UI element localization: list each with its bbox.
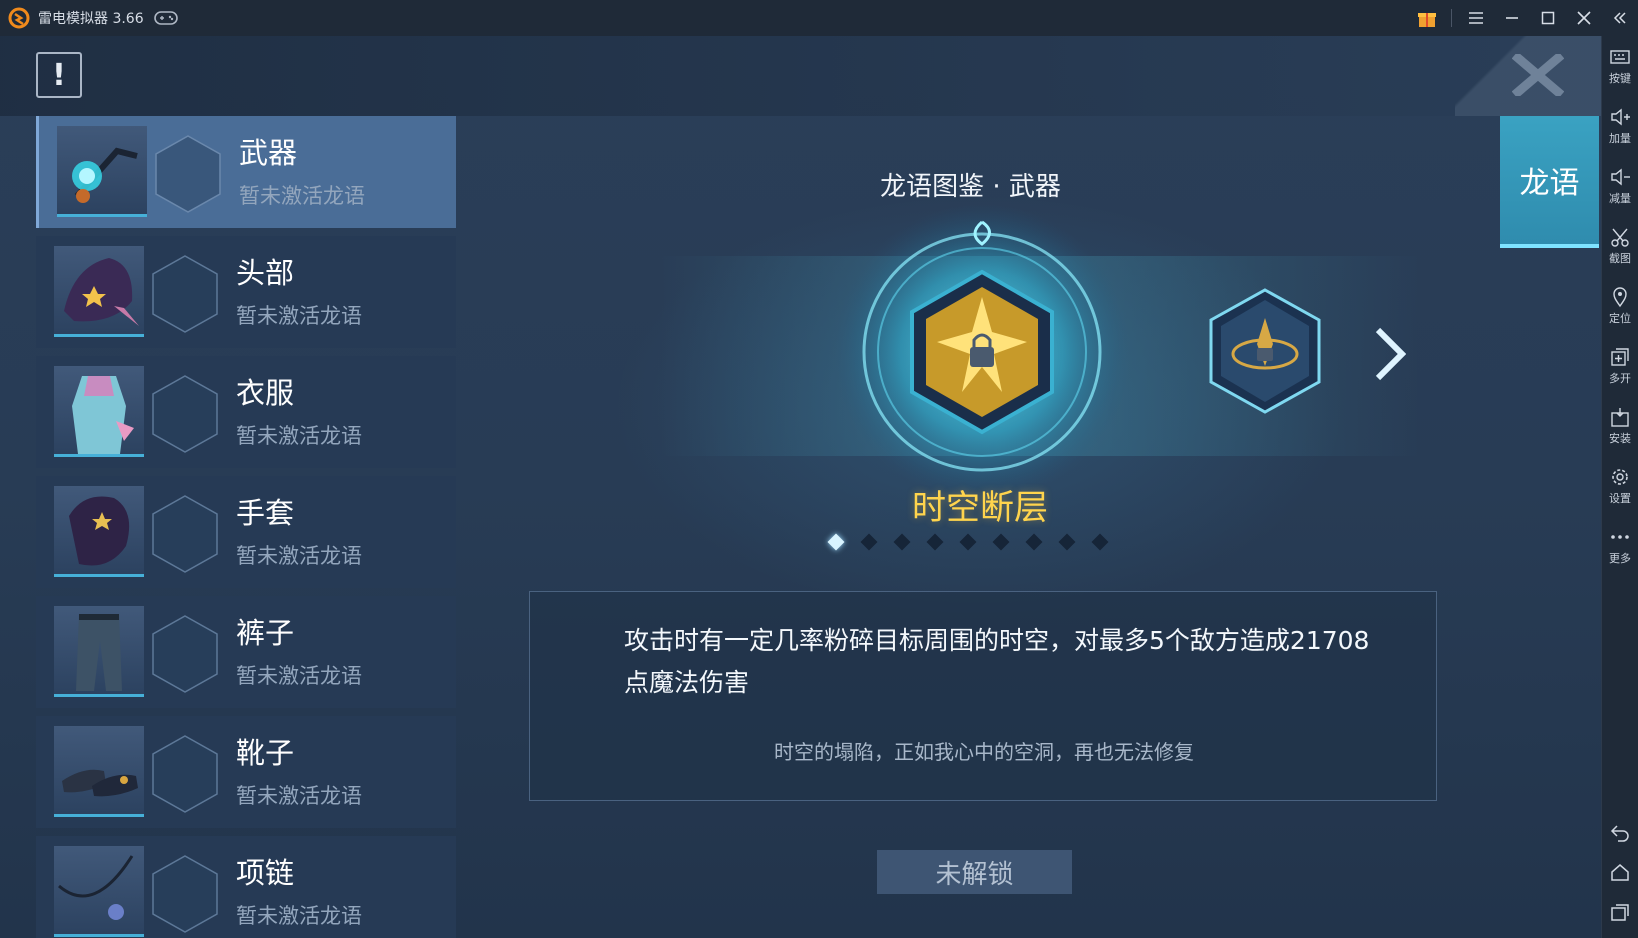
alert-glyph: ! — [52, 57, 66, 93]
description-box: 攻击时有一定几率粉碎目标周围的时空，对最多5个敌方造成21708点魔法伤害 时空… — [529, 591, 1437, 801]
page-indicator — [827, 533, 1127, 556]
apk-install-icon — [1611, 408, 1629, 427]
page-dot[interactable] — [1091, 533, 1109, 551]
page-dot[interactable] — [992, 533, 1010, 551]
game-viewport: ! 龙语 武器 暂未激活龙语 头部 暂未激活龙语 衣服 暂未激活龙语 手套 暂未… — [0, 36, 1601, 938]
toolbar-item-multi-open[interactable]: 多开 — [1602, 336, 1638, 396]
emblem-secondary-icon[interactable] — [1205, 286, 1325, 416]
flavor-text: 时空的塌陷，正如我心中的空洞，再也无法修复 — [774, 740, 1194, 764]
equip-status: 暂未激活龙语 — [236, 304, 362, 328]
gear-icon — [1612, 469, 1628, 485]
equip-name: 项链 — [236, 856, 295, 890]
equip-status: 暂未激活龙语 — [236, 664, 362, 688]
toolbar-label: 加量 — [1609, 132, 1631, 145]
equip-item-boots[interactable]: 靴子 暂未激活龙语 — [36, 716, 456, 828]
gamepad-icon[interactable] — [153, 10, 178, 26]
empty-slot-hexagon — [152, 855, 218, 933]
gift-icon[interactable] — [1409, 0, 1445, 36]
empty-slot-hexagon — [152, 495, 218, 573]
toolbar-label: 安装 — [1609, 432, 1631, 445]
toolbar-label: 更多 — [1609, 552, 1631, 565]
effect-description: 攻击时有一定几率粉碎目标周围的时空，对最多5个敌方造成21708点魔法伤害 — [624, 626, 1370, 697]
toolbar-label: 多开 — [1609, 372, 1631, 385]
necklace-thumbnail — [54, 846, 144, 937]
collapse-sidebar-icon[interactable] — [1602, 0, 1638, 36]
emulator-titlebar: 雷电模拟器 3.66 — [0, 0, 1638, 36]
toolbar-item-location[interactable]: 定位 — [1602, 276, 1638, 336]
alert-button[interactable]: ! — [36, 52, 82, 98]
toolbar-item-keys[interactable]: 按键 — [1602, 36, 1638, 96]
scissors-icon — [1611, 228, 1629, 247]
toolbar-label: 按键 — [1609, 72, 1631, 85]
codex-title: 龙语图鉴 · 武器 — [880, 172, 1061, 202]
multi-open-icon — [1611, 348, 1629, 366]
page-dot[interactable] — [1025, 533, 1043, 551]
home-icon[interactable] — [1602, 852, 1638, 892]
toolbar-item-more[interactable]: 更多 — [1602, 516, 1638, 576]
boots-thumbnail — [54, 726, 144, 817]
window-title: 雷电模拟器 3.66 — [38, 11, 144, 27]
clothes-thumbnail — [54, 366, 144, 457]
equip-status: 暂未激活龙语 — [236, 424, 362, 448]
back-icon[interactable] — [1602, 812, 1638, 852]
empty-slot-hexagon — [152, 735, 218, 813]
toolbar-item-volume-down[interactable]: 减量 — [1602, 156, 1638, 216]
page-dot[interactable] — [860, 533, 878, 551]
chevron-right-icon[interactable] — [1372, 326, 1406, 382]
equip-name: 裤子 — [236, 616, 295, 650]
toolbar-label: 定位 — [1609, 312, 1631, 325]
toolbar-item-volume-up[interactable]: 加量 — [1602, 96, 1638, 156]
equip-item-gloves[interactable]: 手套 暂未激活龙语 — [36, 476, 456, 588]
page-dot[interactable] — [926, 533, 944, 551]
menu-icon[interactable] — [1458, 0, 1494, 36]
toolbar-label: 设置 — [1609, 492, 1631, 505]
equip-item-head[interactable]: 头部 暂未激活龙语 — [36, 236, 456, 348]
emblem-name: 时空断层 — [912, 488, 1048, 528]
head-thumbnail — [54, 246, 144, 337]
equip-item-pants[interactable]: 裤子 暂未激活龙语 — [36, 596, 456, 708]
minimize-icon[interactable] — [1494, 0, 1530, 36]
equip-status: 暂未激活龙语 — [236, 904, 362, 928]
page-dot[interactable] — [959, 533, 977, 551]
equip-name: 衣服 — [236, 376, 295, 410]
equip-item-clothes[interactable]: 衣服 暂未激活龙语 — [36, 356, 456, 468]
emblem-main-icon[interactable] — [832, 202, 1132, 502]
more-dots-icon — [1611, 535, 1629, 539]
equip-status: 暂未激活龙语 — [236, 784, 362, 808]
toolbar-item-install[interactable]: 安装 — [1602, 396, 1638, 456]
equipment-list: 武器 暂未激活龙语 头部 暂未激活龙语 衣服 暂未激活龙语 手套 暂未激活龙语 … — [36, 116, 456, 938]
maximize-icon[interactable] — [1530, 0, 1566, 36]
toolbar-label: 减量 — [1609, 192, 1631, 205]
keyboard-icon — [1610, 50, 1630, 64]
empty-slot-hexagon — [152, 255, 218, 333]
titlebar-divider — [1451, 9, 1452, 27]
close-window-icon[interactable] — [1566, 0, 1602, 36]
empty-slot-hexagon — [152, 615, 218, 693]
top-band — [0, 36, 1500, 116]
location-pin-icon — [1613, 287, 1627, 308]
unlock-button-label: 未解锁 — [935, 859, 1014, 890]
emulator-toolbar: 按键 加量 减量 截图 定位 多开 安装 设置 更多 — [1601, 36, 1638, 938]
unlock-button[interactable]: 未解锁 — [877, 850, 1072, 894]
page-dot[interactable] — [893, 533, 911, 551]
equip-status: 暂未激活龙语 — [236, 544, 362, 568]
empty-slot-hexagon — [152, 375, 218, 453]
app-logo-icon — [8, 7, 30, 29]
toolbar-item-settings[interactable]: 设置 — [1602, 456, 1638, 516]
page-dot[interactable] — [1058, 533, 1076, 551]
equip-name: 手套 — [236, 496, 295, 530]
recent-apps-icon[interactable] — [1602, 892, 1638, 932]
pants-thumbnail — [54, 606, 144, 697]
gloves-thumbnail — [54, 486, 144, 577]
equip-name: 头部 — [236, 256, 295, 290]
close-icon[interactable] — [1512, 54, 1564, 96]
page-dot[interactable] — [827, 533, 845, 551]
equip-item-necklace[interactable]: 项链 暂未激活龙语 — [36, 836, 456, 938]
volume-down-icon — [1611, 168, 1630, 186]
equip-name: 靴子 — [236, 736, 295, 770]
android-nav — [1602, 812, 1638, 932]
toolbar-item-screenshot[interactable]: 截图 — [1602, 216, 1638, 276]
toolbar-label: 截图 — [1609, 252, 1631, 265]
volume-up-icon — [1611, 108, 1630, 126]
